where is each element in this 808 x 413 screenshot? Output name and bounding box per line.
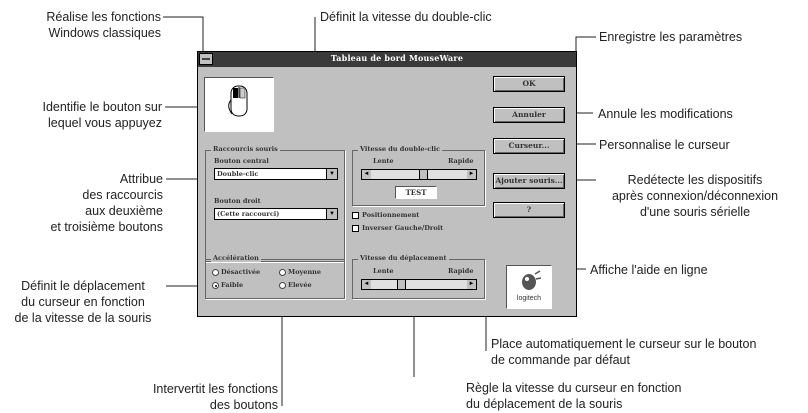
acceleration-group: Accélération Désactivée Moyenne Faible E… [205,254,345,299]
acceleration-off-label: Désactivée [221,268,261,276]
swap-buttons-checkbox[interactable] [352,225,359,232]
ok-button[interactable]: OK [493,76,565,92]
mouse-icon [228,85,248,117]
annotation-movement: Définit le déplacement du curseur en fonc… [14,279,152,325]
double-click-slow-label: Lente [373,157,394,165]
dialog-title: Tableau de bord MouseWare [330,53,464,63]
cancel-button[interactable]: Annuler [493,107,565,123]
motion-speed-slider-thumb[interactable] [397,280,406,289]
title-bar: Tableau de bord MouseWare [198,52,576,67]
slider-right-arrow-icon[interactable]: ► [467,170,476,179]
right-button-label: Bouton droit [214,197,261,205]
double-click-group: Vitesse du double-clic Lente Rapide ◄ ► … [352,145,485,206]
double-click-group-label: Vitesse du double-clic [358,145,443,153]
logo-text: logitech [516,295,542,302]
annotation-help: Affiche l'aide en ligne [590,263,708,277]
annotation-cursor: Personnalise le curseur [599,138,730,152]
add-device-button[interactable]: Ajouter souris... [493,173,565,189]
logitech-logo: logitech [506,265,552,309]
double-click-test-area[interactable]: TEST [395,186,437,199]
mouseware-dialog: Tableau de bord MouseWare OK Annuler Cur… [197,51,577,317]
mouse-picture-panel [204,77,274,132]
motion-speed-group-label: Vitesse du déplacement [358,254,449,262]
shortcuts-group-label: Raccourcis souris [211,145,280,153]
annotation-swap: Intervertit les fonctions des boutons [152,382,278,412]
acceleration-group-label: Accélération [211,254,261,262]
snap-to-checkbox[interactable] [352,212,359,219]
dropdown-arrow-icon: ▼ [326,169,337,179]
double-click-fast-label: Rapide [448,157,474,165]
right-button-select[interactable]: (Cette raccourci) ▼ [214,208,338,220]
help-button[interactable]: ? [493,202,565,218]
annotation-redetect: Redétecte les dispositifs après connexion… [611,173,779,219]
annotation-snap: Place automatiquement le curseur sur le … [491,337,757,367]
central-button-label: Bouton central [214,157,269,165]
central-button-select[interactable]: Double-clic ▼ [214,168,338,180]
acceleration-high-label: Elevée [288,281,312,289]
acceleration-medium-label: Moyenne [288,268,322,276]
acceleration-low-label: Faible [221,281,244,289]
swap-buttons-label: Inverser Gauche/Droit [362,224,444,232]
acceleration-high-radio[interactable] [279,282,286,289]
motion-slow-label: Lente [373,267,394,275]
annotation-speed: Règle la vitesse du curseur en fonction d… [466,381,682,411]
annotation-save: Enregistre les paramètres [599,30,743,44]
slider-right-arrow-icon[interactable]: ► [467,280,476,289]
line-classic [163,16,204,52]
annotation-cancel: Annule les modifications [598,107,733,121]
annotation-double-click: Définit la vitesse du double-clic [320,10,492,24]
dropdown-arrow-icon: ▼ [326,209,337,219]
annotation-identify: Identifie le bouton sur lequel vous appuy… [42,100,162,130]
logitech-eye-icon [522,270,542,290]
cursor-button[interactable]: Curseur... [493,138,565,154]
acceleration-medium-radio[interactable] [279,269,286,276]
slider-left-arrow-icon[interactable]: ◄ [362,170,371,179]
annotation-classic: Réalise les fonctions Windows classiques [46,10,161,40]
system-menu-button[interactable] [199,53,213,65]
shortcuts-group: Raccourcis souris Bouton central Double-… [205,145,345,262]
acceleration-low-radio[interactable] [212,282,219,289]
motion-speed-slider[interactable]: ◄ ► [361,279,477,290]
double-click-slider-thumb[interactable] [419,170,428,179]
line-save [575,36,596,67]
acceleration-off-radio[interactable] [212,269,219,276]
slider-left-arrow-icon[interactable]: ◄ [362,280,371,289]
motion-fast-label: Rapide [448,267,474,275]
annotation-shortcuts: Attribue des raccourcis aux deuxième et tro… [50,172,163,234]
snap-to-label: Positionnement [362,211,420,219]
double-click-slider[interactable]: ◄ ► [361,169,477,180]
motion-speed-group: Vitesse du déplacement Lente Rapide ◄ ► [352,254,485,299]
